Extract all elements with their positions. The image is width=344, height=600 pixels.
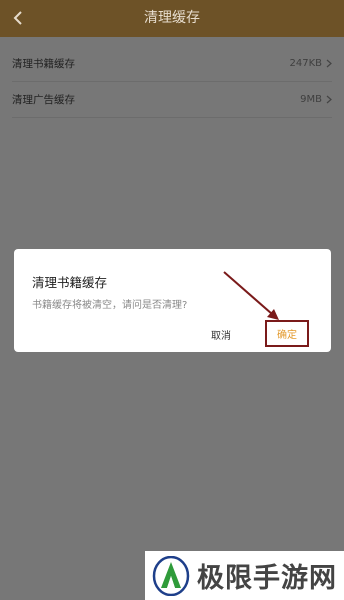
chevron-right-icon [326,59,332,68]
watermark-logo-icon [145,551,197,600]
confirm-button[interactable]: 确定 [265,320,309,347]
dialog-title: 清理书籍缓存 [32,275,108,290]
cache-size: 247KB [289,58,322,69]
cache-list: 清理书籍缓存 247KB 清理广告缓存 9MB [0,46,344,118]
cancel-button[interactable]: 取消 [211,327,231,342]
cache-size: 9MB [300,94,322,105]
dialog-message: 书籍缓存将被清空，请问是否清理? [32,300,188,311]
watermark: 极限手游网 [145,551,344,600]
list-item-label: 清理书籍缓存 [12,58,75,70]
clear-book-cache-item[interactable]: 清理书籍缓存 247KB [12,46,332,82]
list-item-label: 清理广告缓存 [12,94,75,106]
clear-ad-cache-item[interactable]: 清理广告缓存 9MB [12,82,332,118]
watermark-text: 极限手游网 [197,563,337,594]
page-title: 清理缓存 [144,10,200,26]
confirm-label: 确定 [277,330,297,341]
chevron-right-icon [326,95,332,104]
confirm-dialog: 清理书籍缓存 书籍缓存将被清空，请问是否清理? 取消 确定 [14,249,331,352]
header-bar: 清理缓存 [0,0,344,37]
